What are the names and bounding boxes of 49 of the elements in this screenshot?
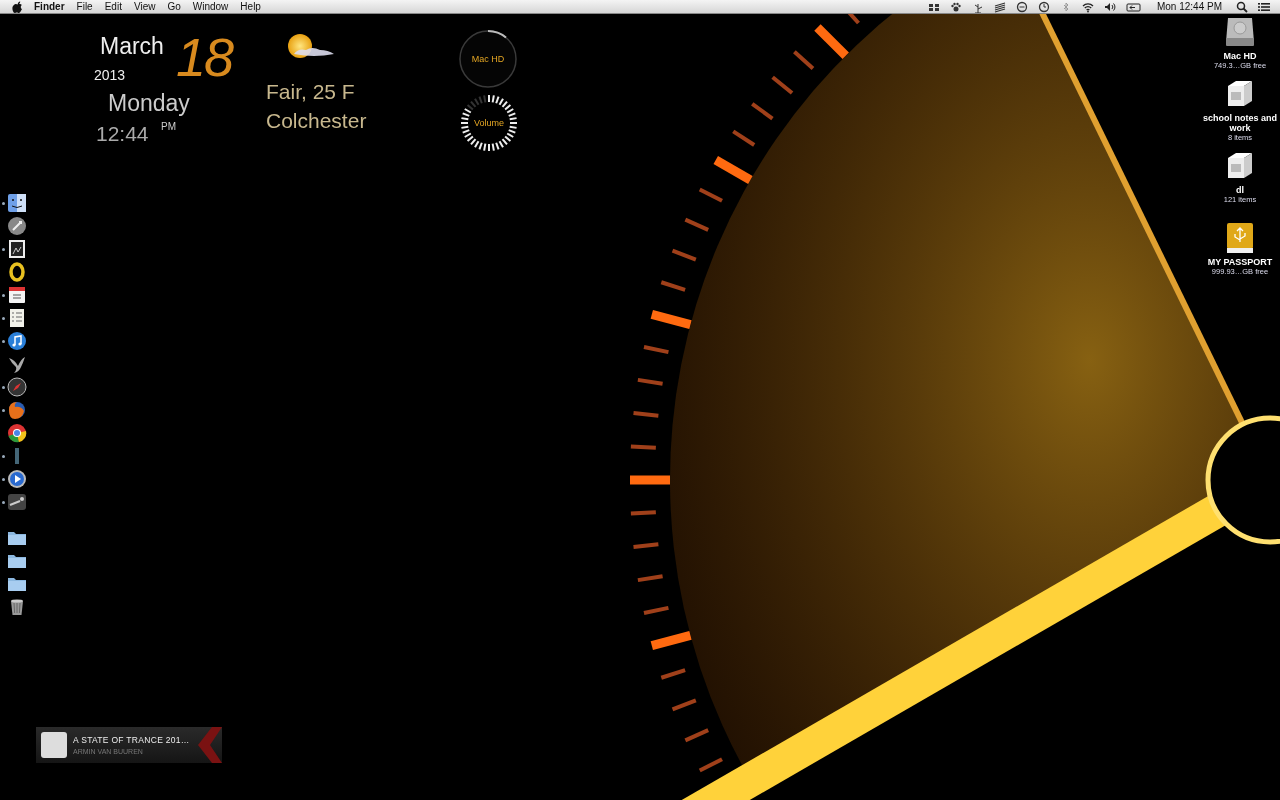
ring-icon[interactable] <box>7 262 27 282</box>
apple-menu-icon[interactable] <box>12 0 22 13</box>
menu-icon[interactable] <box>1258 0 1270 13</box>
month-text: March <box>100 35 164 58</box>
weather-condition: Fair, 25 F <box>266 81 355 102</box>
meridiem-text: PM <box>161 122 176 132</box>
menu-item[interactable]: View <box>133 0 156 13</box>
icon-label[interactable]: dl <box>1202 185 1278 195</box>
wifi-icon[interactable] <box>1081 0 1094 13</box>
play-circle-icon[interactable] <box>7 469 27 489</box>
usb-drive-icon[interactable] <box>1224 222 1256 254</box>
volume-icon[interactable] <box>1103 0 1116 13</box>
year-text: 2013 <box>94 68 126 82</box>
gauge-label: Mac HD <box>471 55 505 64</box>
chevron-icon <box>196 727 222 763</box>
icon-label[interactable]: Mac HD <box>1202 51 1278 61</box>
circle-icon[interactable] <box>1015 0 1028 13</box>
icon-label[interactable]: MY PASSPORT <box>1202 257 1278 267</box>
photo-icon[interactable] <box>7 239 27 259</box>
menu-clock[interactable]: Mon 12:44 PM <box>1156 0 1222 13</box>
search-icon[interactable] <box>1236 0 1248 13</box>
menu-item[interactable]: Help <box>240 0 261 13</box>
volume-gauge <box>459 93 519 153</box>
menu-item[interactable]: File <box>76 0 93 13</box>
weather-location: Colchester <box>266 110 367 131</box>
clock-icon[interactable] <box>1037 0 1050 13</box>
checklist-icon[interactable] <box>7 308 27 328</box>
battery-icon[interactable] <box>1125 0 1141 13</box>
disk-gauge <box>458 29 518 89</box>
gauge-label: Volume <box>474 119 504 128</box>
chrome-icon[interactable] <box>7 423 27 443</box>
bird-icon[interactable] <box>7 354 27 374</box>
finder-face-icon[interactable] <box>7 193 27 213</box>
menu-item[interactable]: Edit <box>104 0 122 13</box>
music-note-icon[interactable] <box>7 331 27 351</box>
day-number: 18 <box>176 30 233 84</box>
track-title: A STATE OF TRANCE 201… <box>73 735 190 745</box>
hard-drive-icon[interactable] <box>1224 16 1256 48</box>
calendar-icon[interactable] <box>7 285 27 305</box>
weekday-text: Monday <box>108 92 190 115</box>
menu-item[interactable]: Window <box>192 0 229 13</box>
icon-label[interactable]: school notes and work <box>1202 113 1278 133</box>
stripes-icon[interactable] <box>993 0 1006 13</box>
album-art-placeholder <box>41 732 67 758</box>
paw-icon[interactable] <box>949 0 962 13</box>
menu-item[interactable]: Finder <box>34 0 65 13</box>
menu-item[interactable]: Go <box>167 0 181 13</box>
compass-icon[interactable] <box>7 377 27 397</box>
time-text: 12:44 <box>96 123 149 144</box>
